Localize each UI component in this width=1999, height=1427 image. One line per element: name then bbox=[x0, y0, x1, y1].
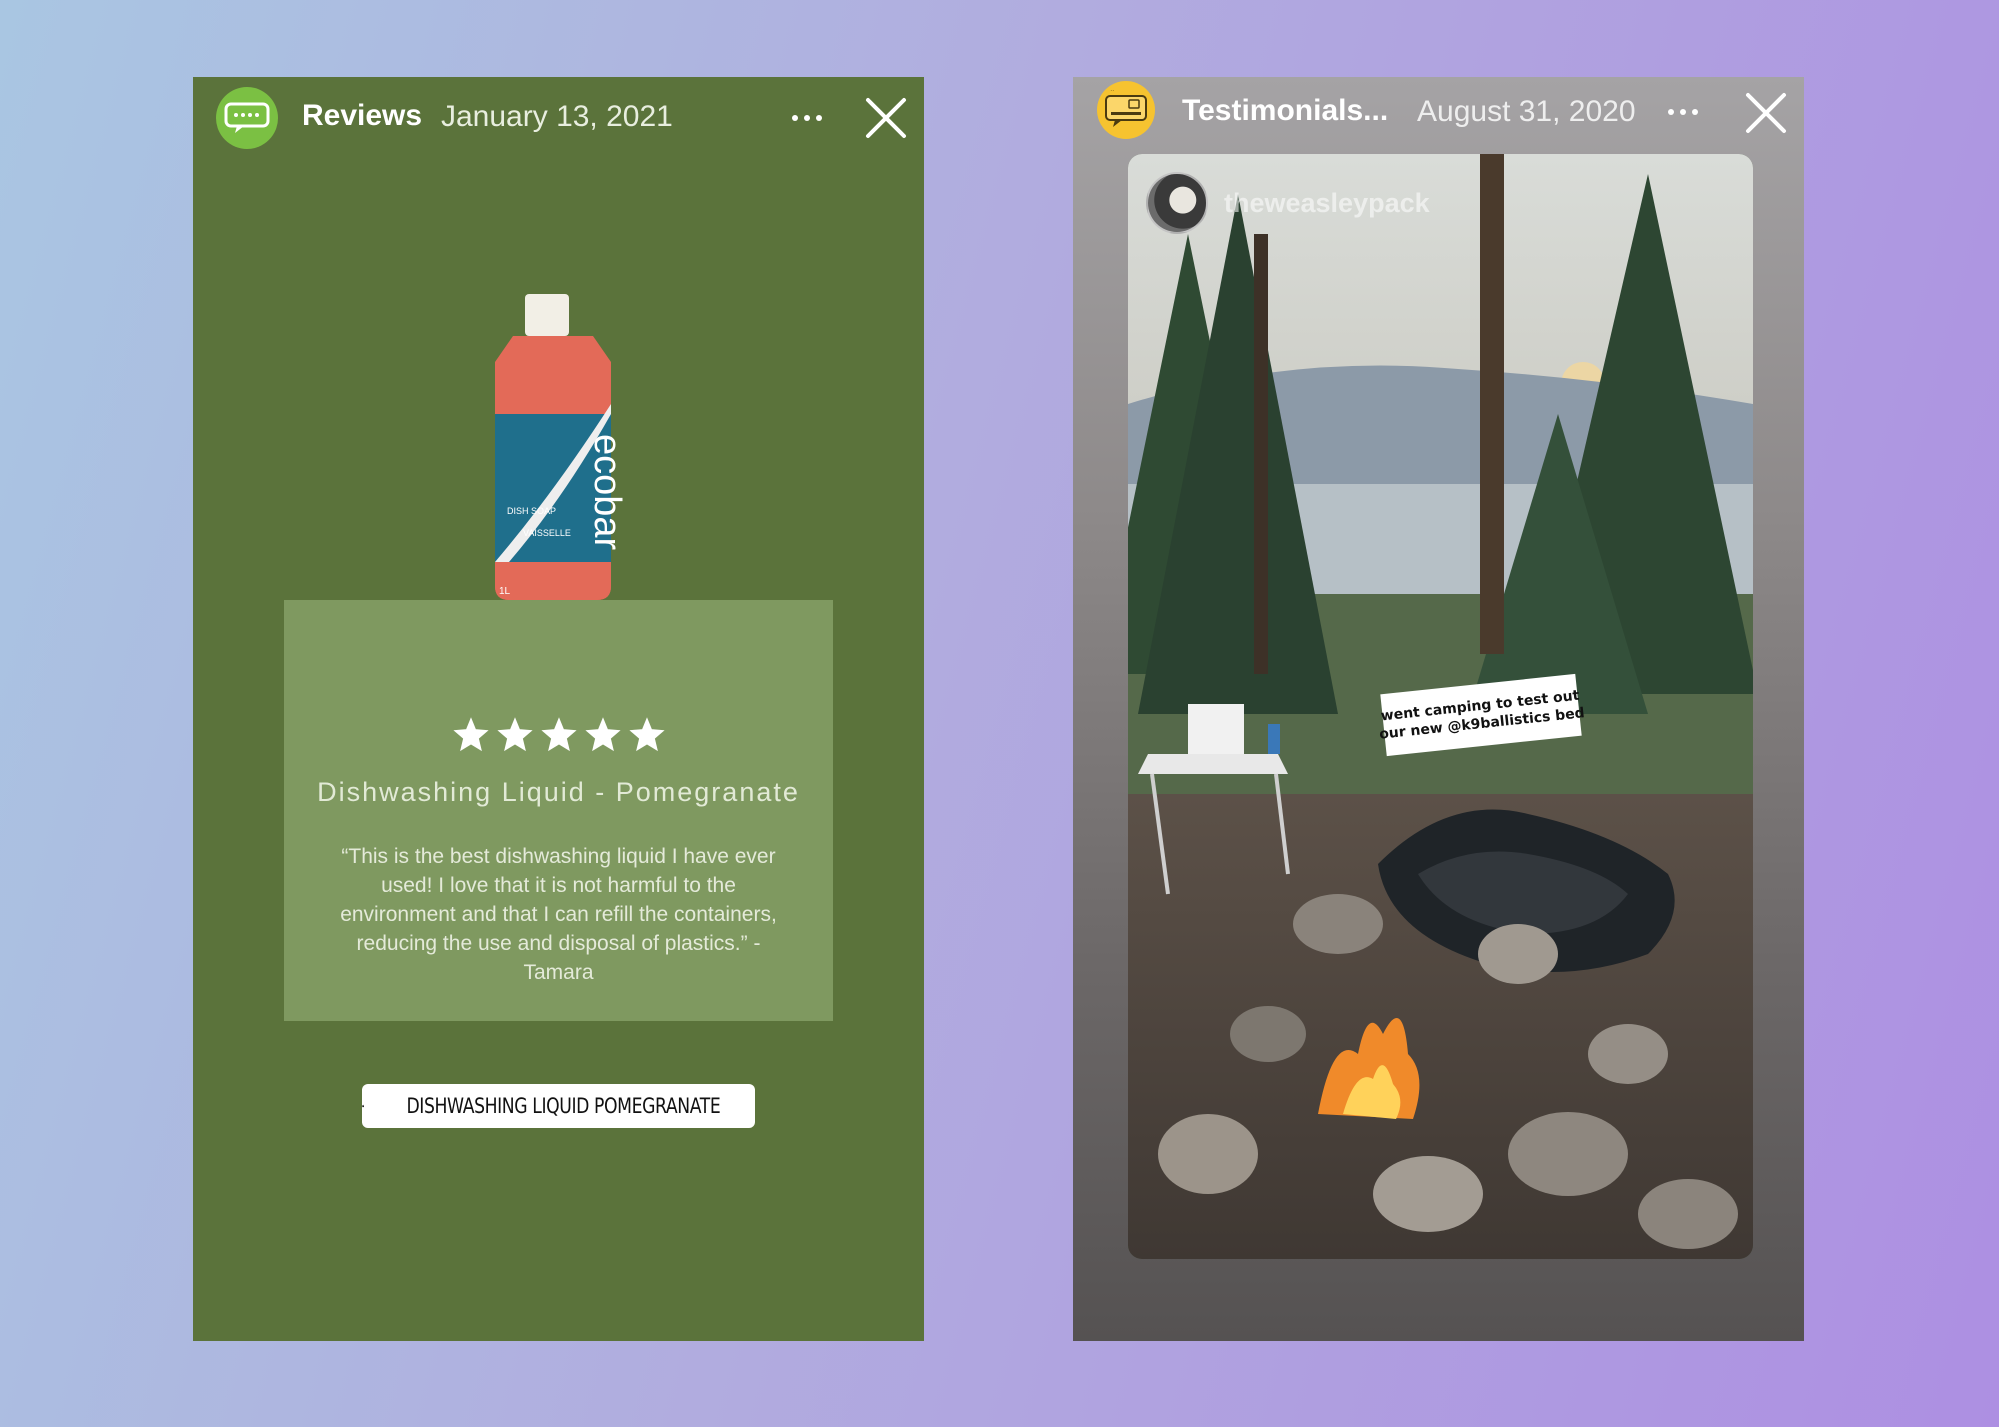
bottle-volume: 1L bbox=[499, 586, 511, 597]
account-avatar[interactable]: “ bbox=[1097, 81, 1155, 139]
story-testimonials[interactable]: “ Testimonials... August 31, 2020 thewea… bbox=[1073, 77, 1804, 1341]
bottle-label-1: DISH SOAP bbox=[507, 506, 556, 516]
account-name[interactable]: Reviews bbox=[302, 99, 422, 133]
star-icon bbox=[540, 717, 577, 752]
more-options-icon[interactable] bbox=[1668, 109, 1698, 115]
bottle-brand: ecobar bbox=[586, 434, 623, 551]
product-tag-label: DISHWASHING LIQUID POMEGRANATE bbox=[406, 1094, 721, 1118]
bottle-label-2: VAISSELLE bbox=[523, 528, 571, 538]
testimonials-speech-bubble-icon: “ bbox=[1105, 90, 1147, 127]
user-avatar[interactable] bbox=[1146, 172, 1208, 234]
product-tag-button[interactable]: DISHWASHING LIQUID POMEGRANATE bbox=[362, 1084, 755, 1128]
chat-bubble-icon bbox=[224, 102, 270, 133]
account-avatar[interactable] bbox=[216, 87, 278, 149]
star-icon bbox=[584, 717, 621, 752]
product-name: Dishwashing Liquid - Pomegranate bbox=[317, 777, 800, 807]
close-icon[interactable] bbox=[865, 97, 907, 139]
story-header: Reviews January 13, 2021 bbox=[193, 77, 924, 157]
svg-text:“: “ bbox=[1110, 90, 1115, 98]
shopping-bag-icon bbox=[362, 1104, 364, 1108]
more-options-icon[interactable] bbox=[792, 115, 822, 121]
post-date: January 13, 2021 bbox=[441, 100, 673, 133]
post-date: August 31, 2020 bbox=[1417, 95, 1636, 128]
story-header: “ Testimonials... August 31, 2020 bbox=[1073, 77, 1804, 157]
close-icon[interactable] bbox=[1745, 92, 1787, 134]
star-rating bbox=[193, 717, 924, 753]
product-bottle-image: ecobar DISH SOAP VAISSELLE 1L bbox=[495, 294, 623, 600]
user-handle[interactable]: theweasleypack bbox=[1224, 188, 1430, 219]
star-icon bbox=[452, 717, 489, 752]
testimonial-photo: theweasleypack went camping to test out … bbox=[1128, 154, 1753, 1259]
review-quote: “This is the best dishwashing liquid I h… bbox=[340, 845, 777, 984]
story-reviews[interactable]: Reviews January 13, 2021 ecobar DISH SOA… bbox=[193, 77, 924, 1341]
account-name[interactable]: Testimonials... bbox=[1182, 94, 1388, 128]
star-icon bbox=[628, 717, 665, 752]
star-icon bbox=[496, 717, 533, 752]
